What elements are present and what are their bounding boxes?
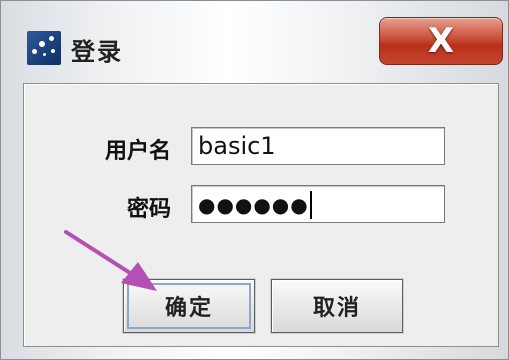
close-button[interactable]: X xyxy=(379,17,503,65)
password-field[interactable]: ●●●●●● xyxy=(191,185,445,223)
text-caret xyxy=(309,191,312,219)
username-field[interactable]: basic1 xyxy=(191,127,445,165)
username-label: 用户名 xyxy=(104,139,171,164)
ok-button-label: 确定 xyxy=(164,296,213,321)
ok-button[interactable]: 确定 xyxy=(123,279,255,333)
close-icon: X xyxy=(427,21,455,61)
cancel-button-label: 取消 xyxy=(312,296,361,321)
login-dialog: 登录 X 用户名 basic1 密码 ●●●●●● 确定 取消 xyxy=(0,0,509,360)
cancel-button[interactable]: 取消 xyxy=(271,279,403,333)
app-icon xyxy=(27,31,61,65)
window-title: 登录 xyxy=(71,38,123,66)
title-bar: 登录 X xyxy=(1,1,508,83)
password-label: 密码 xyxy=(126,197,171,222)
username-value: basic1 xyxy=(198,132,276,160)
password-value: ●●●●●● xyxy=(198,193,309,217)
